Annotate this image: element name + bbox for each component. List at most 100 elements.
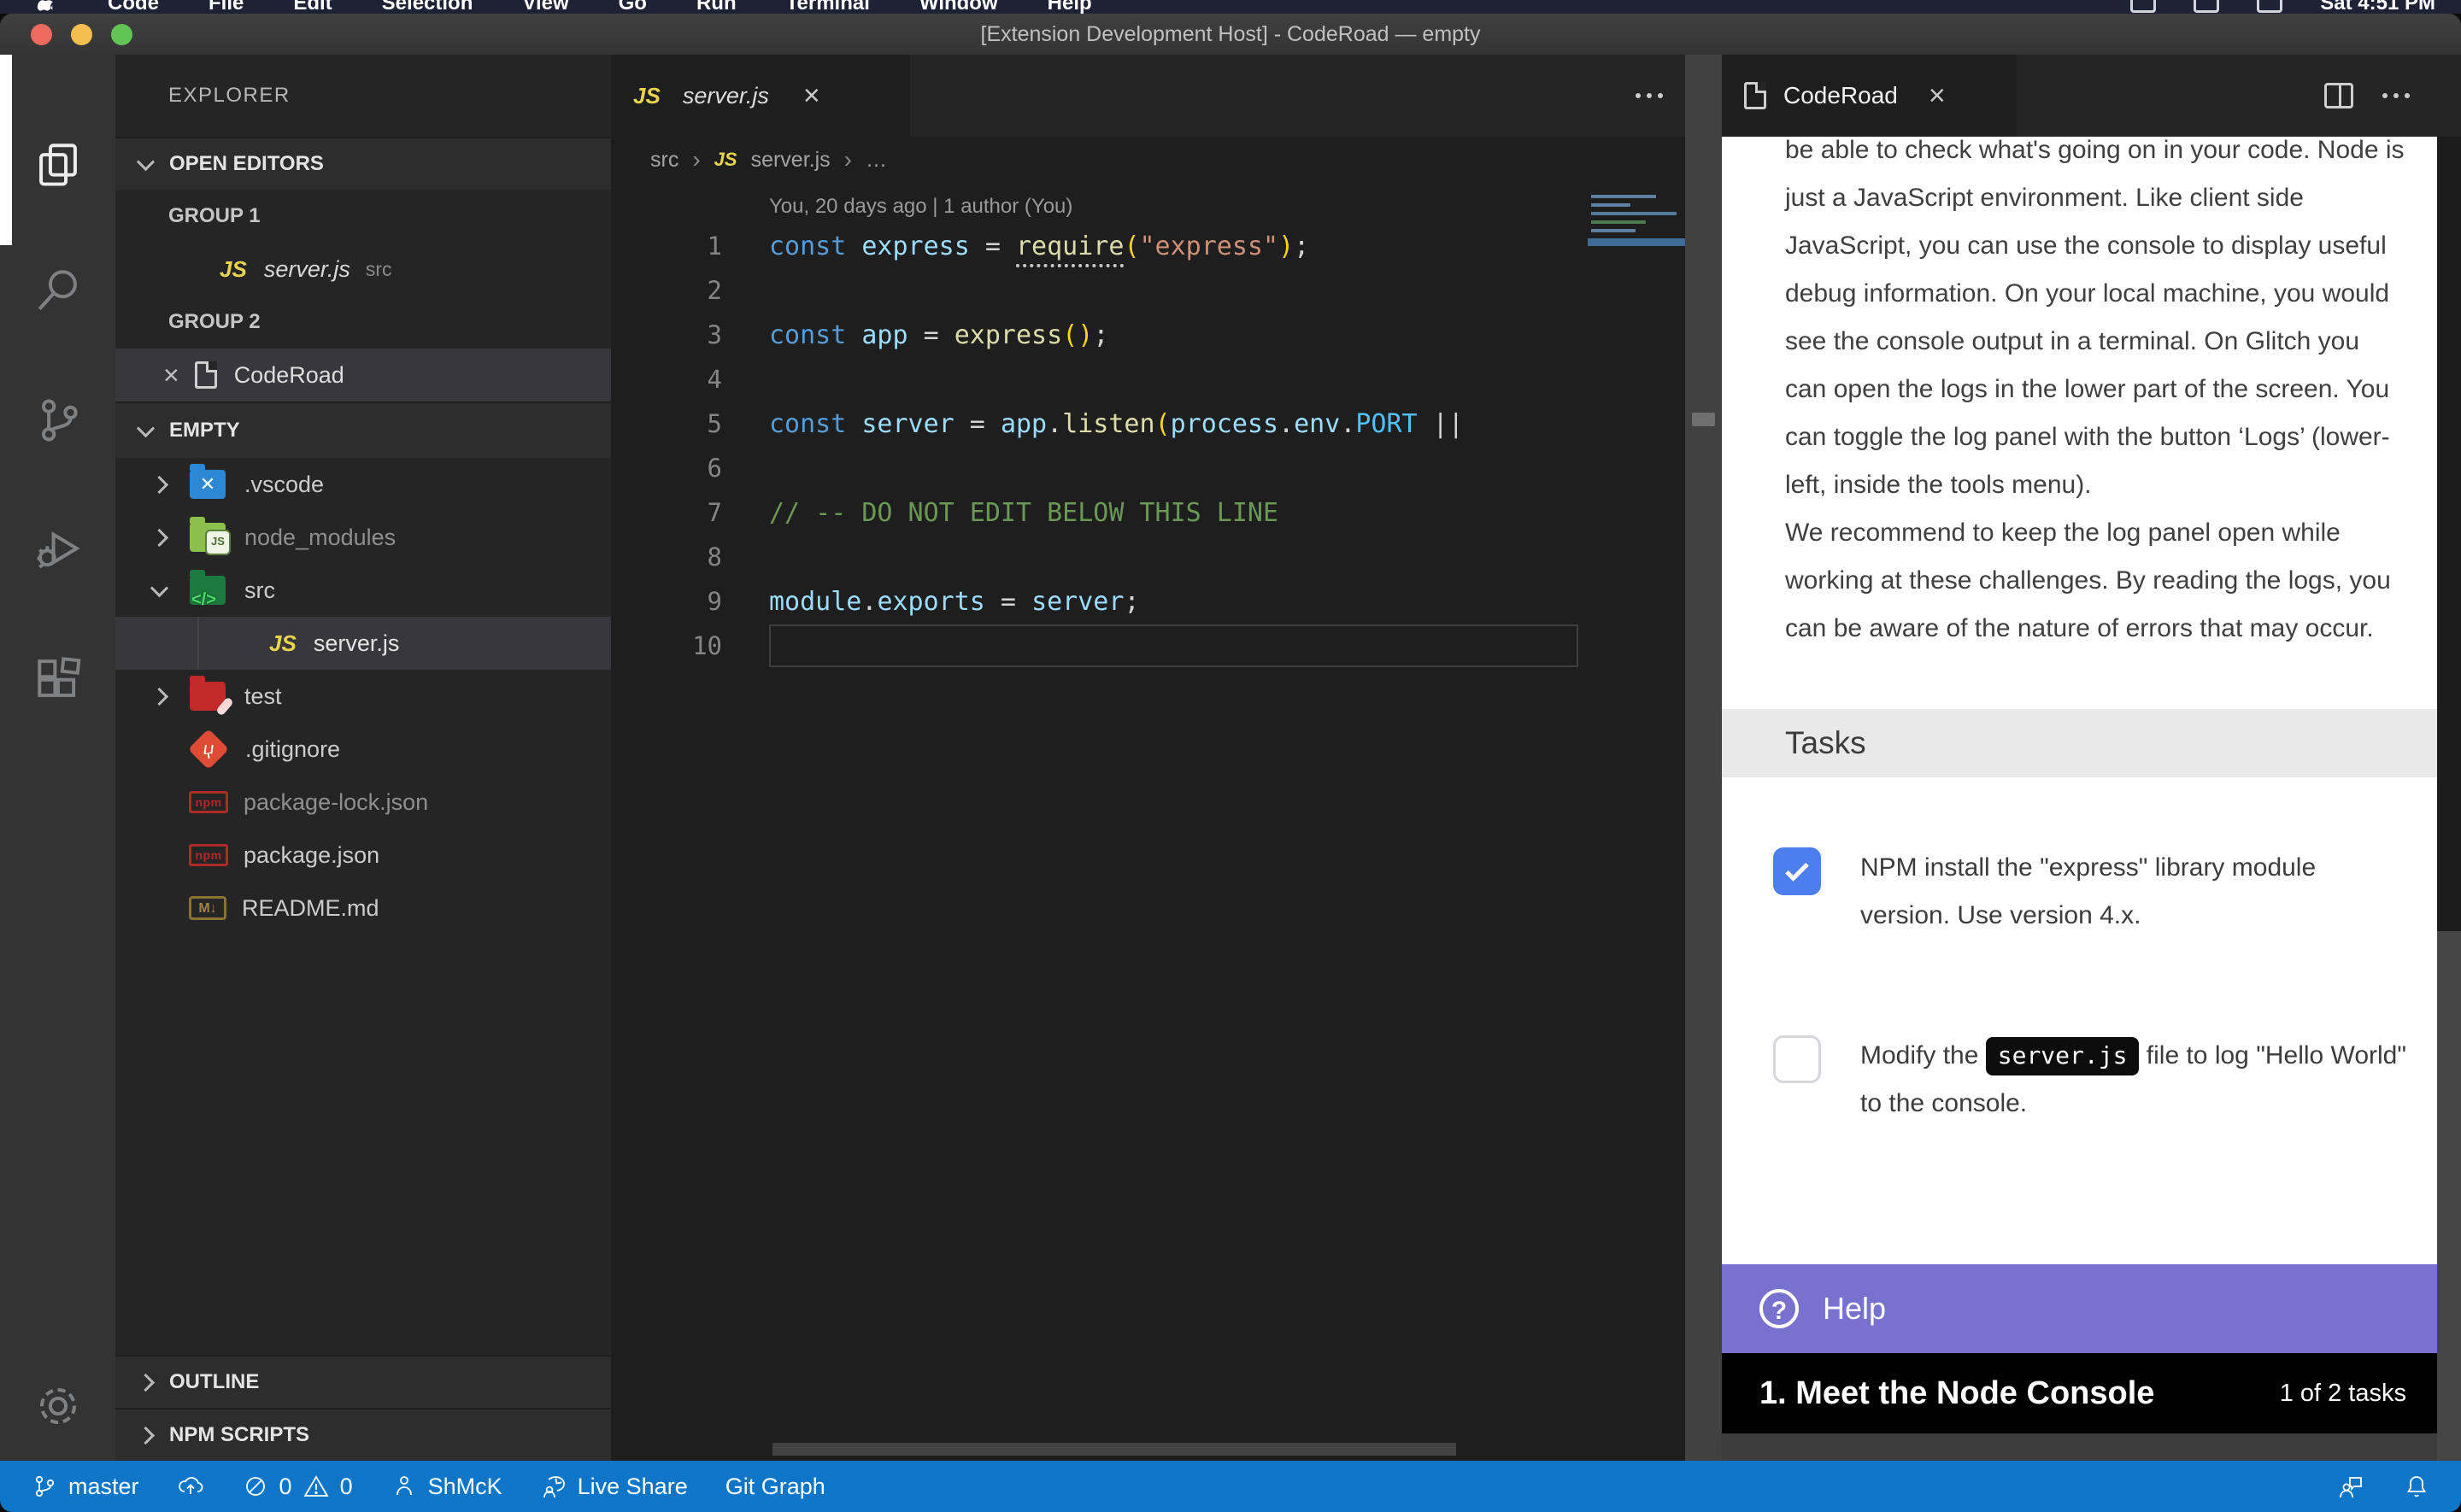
source-control-icon[interactable]: [0, 378, 115, 463]
code-line[interactable]: 5const server = app.listen(process.env.P…: [611, 401, 1685, 446]
split-editor-icon[interactable]: [2324, 83, 2353, 108]
code-line[interactable]: 7// -- DO NOT EDIT BELOW THIS LINE: [611, 490, 1685, 535]
codelens-annotation[interactable]: You, 20 days ago | 1 author (You): [611, 183, 1685, 224]
horizontal-scrollbar[interactable]: [772, 1443, 1456, 1456]
js-file-icon: JS: [633, 83, 661, 109]
menu-item-code[interactable]: Code: [108, 0, 159, 14]
workspace-folder-label: EMPTY: [169, 419, 240, 442]
outline-section-header[interactable]: OUTLINE: [115, 1355, 611, 1408]
code-line[interactable]: 4: [611, 357, 1685, 401]
chevron-right-icon: [150, 687, 168, 705]
warnings-icon: [302, 1473, 330, 1500]
menu-item-edit[interactable]: Edit: [293, 0, 332, 14]
more-actions-icon[interactable]: [1636, 93, 1663, 98]
task-checkbox-unchecked[interactable]: [1773, 1035, 1821, 1083]
code-line[interactable]: 9module.exports = server;: [611, 579, 1685, 624]
system-tray-icon[interactable]: [2130, 0, 2156, 13]
tree-item-package-json[interactable]: npm package.json: [115, 829, 611, 882]
explorer-sidebar: EXPLORER OPEN EDITORS GROUP 1 JS server.…: [115, 55, 611, 1461]
menu-item-run[interactable]: Run: [696, 0, 737, 14]
webview-scrollbar[interactable]: [2437, 137, 2461, 1461]
breadcrumb[interactable]: src › JS server.js › …: [611, 137, 1685, 183]
extensions-icon[interactable]: [0, 636, 115, 721]
tree-item-server-js[interactable]: JS server.js: [115, 617, 611, 670]
notifications-status[interactable]: [2403, 1473, 2430, 1500]
git-branch-status[interactable]: master: [31, 1473, 139, 1500]
settings-gear-icon[interactable]: [0, 1363, 115, 1449]
close-window-button[interactable]: [31, 24, 52, 45]
branch-name: master: [68, 1474, 139, 1500]
line-number: 3: [611, 320, 722, 349]
tree-item-node-modules[interactable]: node_modules: [115, 511, 611, 564]
feedback-status[interactable]: [2338, 1473, 2365, 1500]
code-line[interactable]: 8: [611, 535, 1685, 579]
explorer-icon[interactable]: [0, 121, 115, 207]
menu-item-go[interactable]: Go: [619, 0, 647, 14]
menu-item-selection[interactable]: Selection: [382, 0, 473, 14]
file-icon: [1744, 82, 1766, 109]
menu-item-view[interactable]: View: [522, 0, 568, 14]
open-editor-server-js[interactable]: JS server.js src: [115, 243, 611, 296]
tab-coderoad[interactable]: CodeRoad ×: [1722, 55, 2017, 137]
account-status[interactable]: ShMcK: [391, 1473, 502, 1500]
tab-server-js[interactable]: JS server.js ×: [611, 55, 910, 137]
chevron-right-icon: [150, 475, 168, 493]
folder-section-header[interactable]: EMPTY: [115, 401, 611, 458]
system-tray-icon[interactable]: [2257, 0, 2282, 13]
open-editors-header[interactable]: OPEN EDITORS: [115, 137, 611, 190]
close-tab-icon[interactable]: ×: [1929, 79, 1946, 113]
open-editor-label: server.js: [264, 256, 350, 283]
tree-item-test[interactable]: test: [115, 670, 611, 723]
breadcrumb-file[interactable]: server.js: [751, 148, 831, 173]
js-file-icon: JS: [714, 149, 737, 171]
tree-item-src[interactable]: src: [115, 564, 611, 617]
tree-item-readme[interactable]: M↓ README.md: [115, 882, 611, 935]
npm-scripts-section-header[interactable]: NPM SCRIPTS: [115, 1408, 611, 1461]
breadcrumb-symbol[interactable]: …: [866, 148, 887, 173]
divider-scroll-thumb[interactable]: [1692, 413, 1715, 426]
menu-item-file[interactable]: File: [209, 0, 244, 14]
menu-clock[interactable]: Sat 4:51 PM: [2320, 0, 2435, 14]
code-line[interactable]: 3const app = express();: [611, 313, 1685, 357]
minimize-window-button[interactable]: [71, 24, 92, 45]
search-icon[interactable]: [0, 248, 115, 333]
system-tray-icon[interactable]: [2194, 0, 2219, 13]
menu-item-terminal[interactable]: Terminal: [786, 0, 870, 14]
git-graph-status[interactable]: Git Graph: [725, 1474, 825, 1500]
code-line[interactable]: 6: [611, 446, 1685, 490]
live-share-status[interactable]: Live Share: [540, 1473, 688, 1500]
apple-logo-icon: [36, 0, 58, 14]
help-section[interactable]: ? Help: [1722, 1264, 2437, 1353]
code-editor[interactable]: You, 20 days ago | 1 author (You) 1const…: [611, 183, 1685, 1461]
tree-item-vscode[interactable]: .vscode: [115, 458, 611, 511]
more-actions-icon[interactable]: [2382, 93, 2410, 98]
menu-item-help[interactable]: Help: [1048, 0, 1092, 14]
code-chip: server.js: [1986, 1037, 2140, 1075]
tree-item-gitignore[interactable]: .gitignore: [115, 723, 611, 776]
node-modules-folder-icon: [190, 523, 226, 552]
close-editor-icon[interactable]: ×: [163, 360, 179, 391]
code-line[interactable]: 10: [611, 624, 1685, 668]
tree-item-package-lock[interactable]: npm package-lock.json: [115, 776, 611, 829]
webview-scrollbar-thumb[interactable]: [2437, 137, 2461, 931]
close-tab-icon[interactable]: ×: [803, 79, 820, 113]
src-folder-icon: [190, 576, 226, 605]
code-line[interactable]: 1const express = require("express");: [611, 224, 1685, 268]
problems-status[interactable]: 0 0: [242, 1473, 353, 1500]
zoom-window-button[interactable]: [111, 24, 132, 45]
open-editor-coderoad[interactable]: × CodeRoad: [115, 349, 611, 401]
task-checkbox-checked[interactable]: [1773, 847, 1821, 895]
run-debug-icon[interactable]: [0, 506, 115, 591]
lesson-title-bar[interactable]: 1. Meet the Node Console 1 of 2 tasks: [1722, 1353, 2437, 1433]
minimap[interactable]: [1588, 190, 1685, 258]
sync-status[interactable]: [177, 1473, 204, 1500]
coderoad-tab-bar: CodeRoad ×: [1722, 55, 2461, 137]
warnings-count: 0: [340, 1474, 353, 1500]
coderoad-webview: be able to check what's going on in your…: [1722, 137, 2437, 1461]
menu-item-window[interactable]: Window: [919, 0, 998, 14]
tree-item-label: server.js: [314, 630, 400, 657]
breadcrumb-src[interactable]: src: [650, 148, 678, 173]
task-text-segment: Modify the: [1860, 1041, 1986, 1070]
code-line[interactable]: 2: [611, 268, 1685, 313]
editor-group-divider[interactable]: [1685, 55, 1722, 1461]
